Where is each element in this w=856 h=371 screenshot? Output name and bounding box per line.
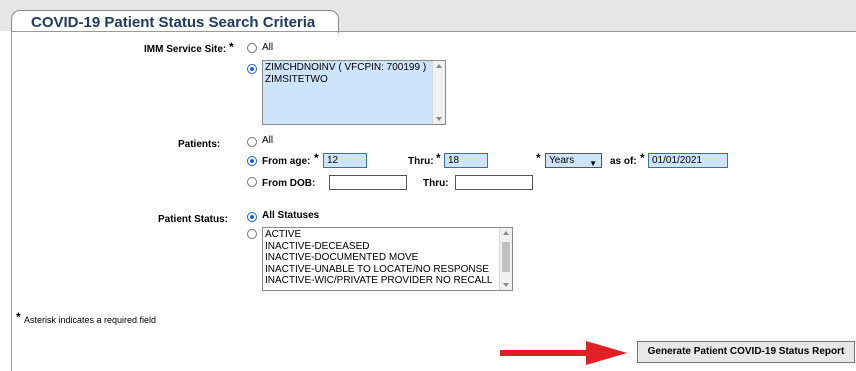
service-site-scrollbar[interactable] bbox=[432, 61, 445, 124]
service-site-label: IMM Service Site: bbox=[144, 44, 227, 55]
list-item[interactable]: INACTIVE-WIC/PRIVATE PROVIDER NO RECALL bbox=[263, 275, 512, 287]
status-all-radio[interactable] bbox=[247, 212, 257, 222]
service-site-listbox[interactable]: ZIMCHDNOINV ( VFCPIN: 700199 ) ZIMSITETW… bbox=[262, 60, 446, 125]
generate-report-button[interactable]: Generate Patient COVID-19 Status Report bbox=[637, 341, 855, 363]
list-item[interactable]: ACTIVE bbox=[263, 229, 512, 241]
age-thru-input[interactable]: 18 bbox=[444, 153, 488, 168]
list-item[interactable]: ZIMSITETWO bbox=[263, 74, 445, 86]
list-item[interactable]: INACTIVE-DOCUMENTED MOVE bbox=[263, 252, 512, 264]
as-of-date-input[interactable]: 01/01/2021 bbox=[648, 153, 728, 168]
page-title: COVID-19 Patient Status Search Criteria bbox=[31, 14, 316, 31]
age-unit-select[interactable]: Years ▼ bbox=[545, 153, 602, 168]
dob-thru-label: Thru: bbox=[423, 178, 449, 189]
list-item[interactable]: INACTIVE-DECEASED bbox=[263, 241, 512, 253]
service-site-all-radio[interactable] bbox=[247, 43, 257, 53]
patients-all-label: All bbox=[262, 135, 274, 146]
status-all-label: All Statuses bbox=[262, 210, 320, 221]
unit-required-mark: * bbox=[536, 151, 541, 165]
scroll-up-icon[interactable] bbox=[503, 231, 509, 235]
patients-from-age-radio[interactable] bbox=[247, 156, 257, 166]
patients-label: Patients: bbox=[178, 139, 221, 150]
tab-bar: COVID-19 Patient Status Search Criteria bbox=[0, 0, 856, 33]
age-thru-required-mark: * bbox=[436, 151, 441, 165]
criteria-tab: COVID-19 Patient Status Search Criteria bbox=[11, 10, 339, 33]
scroll-up-icon[interactable] bbox=[436, 64, 442, 68]
scroll-down-icon[interactable] bbox=[503, 283, 509, 287]
age-unit-value: Years bbox=[549, 155, 575, 166]
patients-all-radio[interactable] bbox=[247, 137, 257, 147]
from-dob-input[interactable] bbox=[329, 175, 407, 190]
as-of-label: as of: bbox=[610, 156, 637, 167]
service-site-all-label: All bbox=[262, 42, 274, 53]
footnote-mark: * bbox=[16, 310, 21, 324]
patient-status-label: Patient Status: bbox=[158, 214, 229, 225]
red-arrow-icon bbox=[500, 341, 627, 365]
from-age-label: From age: bbox=[262, 156, 311, 167]
from-age-required-mark: * bbox=[314, 151, 319, 165]
from-dob-label: From DOB: bbox=[262, 178, 316, 189]
list-item[interactable]: INACTIVE-UNABLE TO LOCATE/NO RESPONSE bbox=[263, 264, 512, 276]
scroll-down-icon[interactable] bbox=[436, 117, 442, 121]
service-site-list-radio[interactable] bbox=[247, 64, 257, 74]
as-of-required-mark: * bbox=[640, 151, 645, 165]
status-list-radio[interactable] bbox=[247, 229, 257, 239]
service-site-required-mark: * bbox=[229, 40, 234, 54]
dob-thru-input[interactable] bbox=[455, 175, 533, 190]
age-thru-label: Thru: bbox=[408, 156, 434, 167]
from-age-input[interactable]: 12 bbox=[323, 153, 367, 168]
patients-from-dob-radio[interactable] bbox=[247, 177, 257, 187]
scroll-thumb[interactable] bbox=[502, 242, 510, 272]
list-item[interactable]: ZIMCHDNOINV ( VFCPIN: 700199 ) bbox=[263, 62, 445, 74]
chevron-down-icon: ▼ bbox=[589, 159, 597, 168]
patient-status-listbox[interactable]: ACTIVE INACTIVE-DECEASED INACTIVE-DOCUME… bbox=[262, 227, 513, 291]
footnote-text: Asterisk indicates a required field bbox=[24, 315, 157, 325]
patient-status-scrollbar[interactable] bbox=[499, 228, 512, 290]
